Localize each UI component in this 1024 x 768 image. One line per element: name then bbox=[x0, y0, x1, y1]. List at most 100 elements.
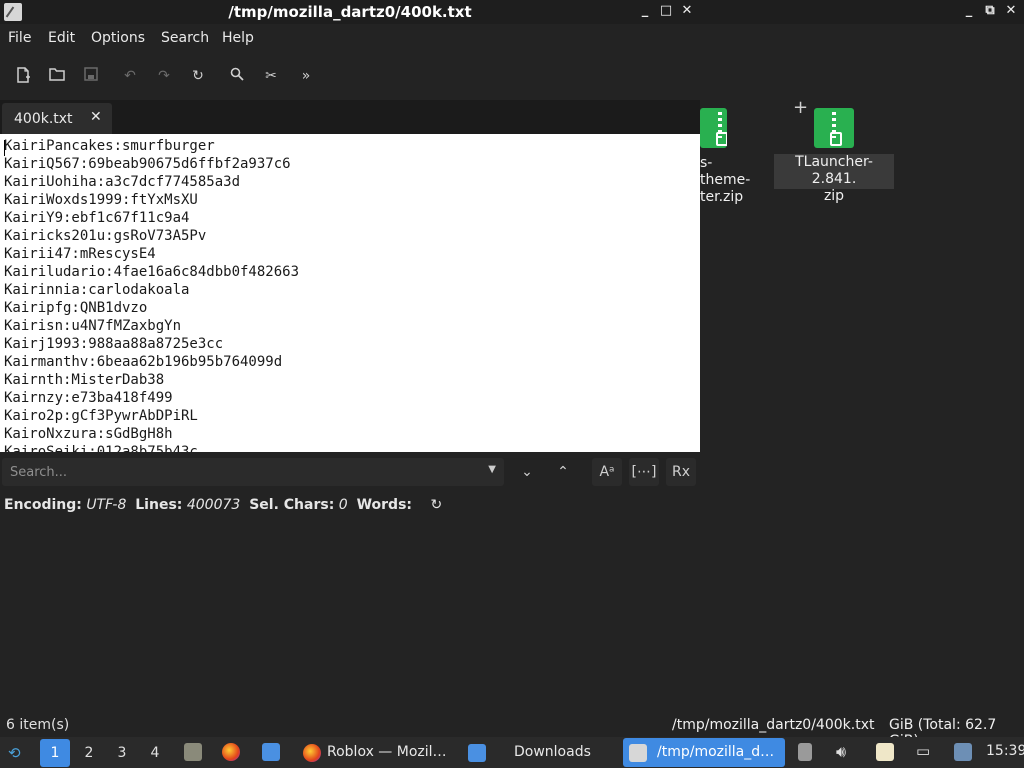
menu-file[interactable]: File bbox=[8, 30, 31, 46]
path-status: /tmp/mozilla_dartz0/400k.txt bbox=[672, 717, 875, 733]
sel-chars-label: Sel. Chars: bbox=[249, 497, 335, 513]
text-line: KairiUohiha:a3c7dcf774585a3d bbox=[4, 174, 241, 190]
terminal-launcher-icon[interactable] bbox=[262, 743, 280, 761]
desktop-item-label-line1: TLauncher-2.841. bbox=[795, 154, 873, 187]
reload-icon[interactable]: ↻ bbox=[189, 67, 207, 85]
redo-icon[interactable]: ↷ bbox=[155, 67, 173, 85]
refresh-words-icon[interactable]: ↻ bbox=[430, 497, 442, 513]
text-line: Kairnth:MisterDab38 bbox=[4, 372, 165, 388]
menu-bar: File Edit Options Search Help bbox=[0, 24, 700, 52]
replace-icon[interactable]: ✂ bbox=[262, 67, 280, 85]
window-title: /tmp/mozilla_dartz0/400k.txt bbox=[228, 3, 472, 21]
desktop-restore-icon[interactable]: ⧉ bbox=[981, 2, 999, 20]
desktop-minimize-icon[interactable]: _ bbox=[960, 2, 978, 20]
text-editor-area[interactable]: KairiPancakes:smurfburger KairiQ567:69bea… bbox=[0, 134, 700, 452]
notes-icon[interactable] bbox=[876, 743, 894, 761]
task-editor-label: /tmp/mozilla_d… bbox=[657, 744, 775, 760]
search-input[interactable] bbox=[10, 462, 480, 482]
words-label: Words: bbox=[356, 497, 412, 513]
volume-icon[interactable]: 🔊︎ bbox=[836, 742, 846, 762]
firefox-launcher-icon[interactable] bbox=[222, 743, 240, 761]
text-line: Kairiludario:4fae16a6c84dbb0f482663 bbox=[4, 264, 300, 280]
text-line: Kairmanthv:6beaa62b196b95b764099d bbox=[4, 354, 283, 370]
whole-word-icon[interactable]: [⋯] bbox=[629, 458, 659, 486]
text-line: Kairinnia:carlodakoala bbox=[4, 282, 190, 298]
task-text-editor[interactable]: /tmp/mozilla_d… bbox=[623, 738, 785, 767]
tab-400k[interactable]: 400k.txt ✕ bbox=[2, 103, 112, 134]
task-downloads[interactable]: Downloads bbox=[462, 738, 617, 767]
text-line: KairiWoxds1999:ftYxMsXU bbox=[4, 192, 198, 208]
search-box: ▼ bbox=[2, 458, 504, 486]
start-menu-icon[interactable]: ⟲ bbox=[8, 744, 21, 762]
find-next-icon[interactable]: ⌄ bbox=[512, 458, 542, 486]
regex-icon[interactable]: Rx bbox=[666, 458, 696, 486]
workspace-1[interactable]: 1 bbox=[40, 739, 70, 767]
taskbar: ⟲ 1 2 3 4 Roblox — Mozil… Downloads /tmp… bbox=[0, 737, 1024, 768]
plus-icon: + bbox=[793, 97, 809, 118]
text-line: KairiQ567:69beab90675d6ffbf2a937c6 bbox=[4, 156, 291, 172]
tray-clipboard-icon[interactable] bbox=[798, 743, 812, 761]
menu-search[interactable]: Search bbox=[161, 30, 209, 46]
text-line: Kairisn:u4N7fMZaxbgYn bbox=[4, 318, 182, 334]
text-line: Kairii47:mRescysE4 bbox=[4, 246, 156, 262]
tab-label: 400k.txt bbox=[14, 111, 73, 127]
desktop-close-icon[interactable]: ✕ bbox=[1002, 2, 1020, 20]
search-bar: ▼ ⌄ ⌃ Aᵃ [⋯] Rx bbox=[0, 452, 700, 492]
text-line: Kairnzy:e73ba418f499 bbox=[4, 390, 173, 406]
text-editor-icon bbox=[629, 744, 647, 762]
text-line: Kairipfg:QNB1dvzo bbox=[4, 300, 148, 316]
clock: 15:39 bbox=[986, 743, 1024, 759]
lines-value: 400073 bbox=[186, 497, 241, 513]
text-line: KairoSeiki:012a8b75b43c bbox=[4, 444, 198, 452]
file-manager-launcher-icon[interactable] bbox=[184, 743, 202, 761]
firefox-icon bbox=[303, 744, 321, 762]
text-line: Kairicks201u:gsRoV73A5Pv bbox=[4, 228, 207, 244]
find-previous-icon[interactable]: ⌃ bbox=[548, 458, 578, 486]
workspace-2[interactable]: 2 bbox=[74, 739, 104, 767]
task-downloads-label: Downloads bbox=[514, 744, 591, 760]
undo-icon[interactable]: ↶ bbox=[121, 67, 139, 85]
desktop-item-label-line1: s-theme- bbox=[700, 155, 751, 188]
more-icon[interactable]: » bbox=[297, 67, 315, 85]
text-line: KairiPancakes:smurfburger bbox=[4, 138, 215, 154]
text-line: Kairj1993:988aa88a8725e3cc bbox=[4, 336, 224, 352]
save-icon[interactable] bbox=[82, 67, 100, 85]
encoding-value: UTF-8 bbox=[86, 497, 127, 513]
folder-icon bbox=[468, 744, 486, 762]
workspace-4[interactable]: 4 bbox=[140, 739, 170, 767]
open-folder-icon[interactable] bbox=[48, 67, 66, 85]
document-statusbar: Encoding: UTF-8 Lines: 400073 Sel. Chars… bbox=[4, 497, 442, 513]
desktop-item-label-line2: zip bbox=[823, 188, 845, 204]
tab-bar: 400k.txt ✕ bbox=[0, 100, 700, 134]
desktop-item-label-tlauncher[interactable]: TLauncher-2.841. zip bbox=[774, 154, 894, 204]
toolbar: ↶ ↷ ↻ ✂ » bbox=[0, 56, 700, 96]
desktop-item-label-line2: ter.zip bbox=[700, 189, 744, 205]
display-icon[interactable]: ▭ bbox=[916, 742, 930, 760]
close-icon[interactable]: ✕ bbox=[678, 2, 696, 20]
sel-chars-value: 0 bbox=[338, 497, 348, 513]
encoding-label: Encoding: bbox=[4, 497, 82, 513]
menu-help[interactable]: Help bbox=[222, 30, 254, 46]
network-icon[interactable] bbox=[954, 743, 972, 761]
title-bar: /tmp/mozilla_dartz0/400k.txt _ □ ✕ _ ⧉ ✕ bbox=[0, 0, 1024, 24]
workspace-3[interactable]: 3 bbox=[107, 739, 137, 767]
items-count: 6 item(s) bbox=[6, 717, 70, 733]
new-file-icon[interactable] bbox=[14, 67, 32, 85]
zip-file-icon[interactable] bbox=[814, 108, 854, 148]
match-case-icon[interactable]: Aᵃ bbox=[592, 458, 622, 486]
text-line: Kairo2p:gCf3PywrAbDPiRL bbox=[4, 408, 198, 424]
maximize-icon[interactable]: □ bbox=[657, 2, 675, 20]
search-icon[interactable] bbox=[228, 67, 246, 85]
text-line: KairiY9:ebf1c67f11c9a4 bbox=[4, 210, 190, 226]
text-line: KairoNxzura:sGdBgH8h bbox=[4, 426, 173, 442]
menu-options[interactable]: Options bbox=[91, 30, 145, 46]
lines-label: Lines: bbox=[135, 497, 183, 513]
task-roblox-firefox[interactable]: Roblox — Mozil… bbox=[297, 738, 457, 767]
task-roblox-label: Roblox — Mozil… bbox=[327, 744, 447, 760]
minimize-icon[interactable]: _ bbox=[636, 2, 654, 20]
tab-close-icon[interactable]: ✕ bbox=[90, 109, 102, 125]
desktop-item-label[interactable]: s-theme- ter.zip bbox=[700, 155, 760, 206]
zip-file-icon[interactable] bbox=[700, 108, 727, 148]
search-history-dropdown-icon[interactable]: ▼ bbox=[488, 464, 496, 475]
menu-edit[interactable]: Edit bbox=[48, 30, 75, 46]
